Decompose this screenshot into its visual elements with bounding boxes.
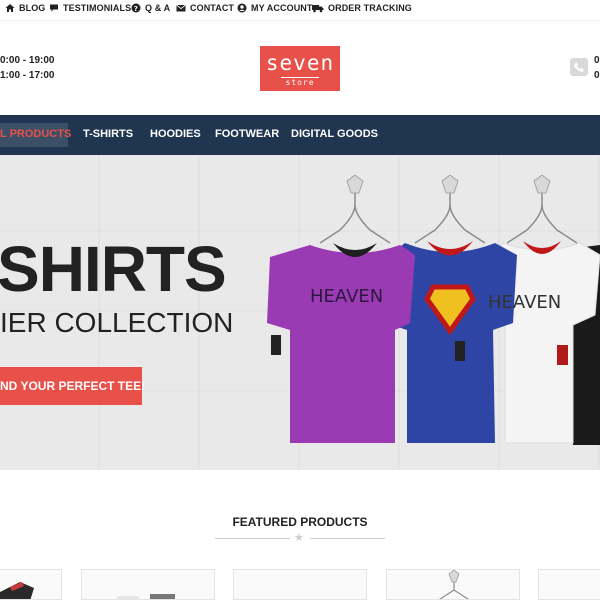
order-tracking-link[interactable]: ORDER TRACKING	[312, 3, 412, 13]
hero-banner: SHIRTS IER COLLECTION ND YOUR PERFECT TE…	[0, 155, 600, 470]
star-icon: ★	[294, 532, 304, 544]
shirt-print-text: HEAVEN	[310, 286, 383, 307]
phone-icon	[570, 58, 588, 76]
svg-text:?: ?	[134, 5, 138, 13]
main-navigation: L PRODUCTS T-SHIRTS HOODIES FOOTWEAR DIG…	[0, 115, 600, 155]
blog-link[interactable]: BLOG	[5, 3, 45, 13]
testimonials-link[interactable]: TESTIMONIALS	[49, 3, 131, 13]
nav-item-all-products[interactable]: L PRODUCTS	[0, 123, 71, 147]
heading-divider	[310, 538, 385, 539]
opening-hours: 0:00 - 19:00 1:00 - 17:00	[0, 53, 54, 83]
qa-link[interactable]: ? Q & A	[131, 3, 170, 13]
product-thumbnail	[117, 594, 175, 599]
nav-item-hoodies[interactable]: HOODIES	[150, 128, 201, 140]
nav-item-footwear[interactable]: FOOTWEAR	[215, 128, 279, 140]
phone-line: 0	[594, 55, 600, 66]
store-logo[interactable]: seven store	[260, 46, 340, 91]
featured-products-heading: FEATURED PRODUCTS	[232, 515, 368, 529]
top-utility-bar: BLOG TESTIMONIALS ? Q & A CONTACT MY ACC…	[0, 0, 600, 20]
hero-title: SHIRTS	[0, 233, 227, 305]
hours-line: 1:00 - 17:00	[0, 70, 55, 81]
home-icon	[5, 3, 15, 13]
logo-main-text: seven	[265, 51, 335, 75]
nav-item-t-shirts[interactable]: T-SHIRTS	[83, 128, 133, 140]
product-card[interactable]	[233, 569, 367, 600]
contact-link[interactable]: CONTACT	[176, 3, 234, 13]
product-card[interactable]	[81, 569, 215, 600]
product-card[interactable]	[0, 569, 62, 600]
my-account-link[interactable]: MY ACCOUNT	[237, 3, 313, 13]
nav-item-digital-goods[interactable]: DIGITAL GOODS	[291, 128, 378, 140]
topbar-divider	[0, 20, 600, 21]
shirt-print-text: HEAVEN	[488, 292, 561, 313]
logo-sub-text: store	[281, 77, 319, 87]
find-tee-button[interactable]: ND YOUR PERFECT TEE!	[0, 367, 145, 405]
speech-bubble-icon	[49, 3, 59, 13]
question-circle-icon: ?	[131, 3, 141, 13]
user-circle-icon	[237, 3, 247, 13]
product-card[interactable]	[386, 569, 520, 600]
phone-number: 0 0	[594, 53, 600, 83]
hero-subtitle: IER COLLECTION	[0, 307, 234, 338]
product-thumbnail	[0, 582, 34, 599]
envelope-icon	[176, 3, 186, 13]
product-thumbnail	[438, 570, 470, 599]
tshirts-image: HEAVEN HEAVEN	[267, 175, 600, 445]
heading-divider	[215, 538, 290, 539]
phone-line: 0	[594, 70, 600, 81]
hours-line: 0:00 - 19:00	[0, 55, 55, 66]
truck-icon	[312, 3, 324, 13]
product-card[interactable]	[538, 569, 600, 600]
